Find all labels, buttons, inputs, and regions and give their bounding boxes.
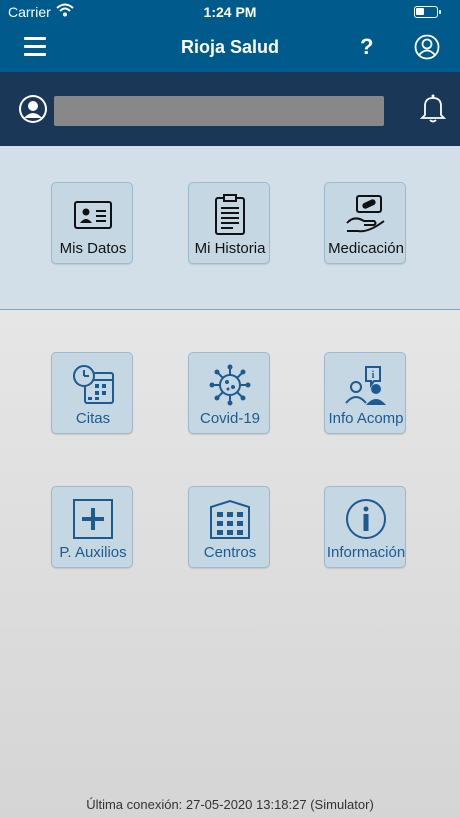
top-panel: Mis Datos Mi Historia Medicación <box>0 146 460 310</box>
tile-label: Centros <box>203 544 257 561</box>
tile-label: Info Acomp <box>328 410 404 427</box>
tile-label: Información <box>326 544 406 561</box>
tile-label: Citas <box>75 410 111 427</box>
clipboard-icon <box>215 194 245 235</box>
bell-icon[interactable] <box>420 93 446 123</box>
tile-label: Mi Historia <box>194 240 266 257</box>
tile-info-acomp[interactable]: i Info Acomp <box>324 352 406 434</box>
tile-medicacion[interactable]: Medicación <box>324 182 406 264</box>
status-time: 1:24 PM <box>203 4 257 20</box>
help-button[interactable]: ? <box>360 34 373 60</box>
id-card-icon <box>74 201 112 229</box>
tile-label: Mis Datos <box>59 240 127 257</box>
tile-label: Covid-19 <box>199 410 261 427</box>
battery-icon <box>414 6 441 18</box>
tile-p-auxilios[interactable]: P. Auxilios <box>51 486 133 568</box>
status-bar: Carrier 1:24 PM <box>0 0 460 24</box>
tile-label: P. Auxilios <box>59 544 127 561</box>
building-icon <box>210 499 250 539</box>
virus-icon <box>209 364 251 406</box>
medication-hand-icon <box>346 195 385 233</box>
tile-mi-historia[interactable]: Mi Historia <box>188 182 270 264</box>
app-title: Rioja Salud <box>180 37 279 57</box>
user-profile-icon[interactable] <box>414 34 440 60</box>
calendar-clock-icon <box>73 365 114 404</box>
tile-covid-19[interactable]: Covid-19 <box>188 352 270 434</box>
user-name-redacted <box>54 96 384 126</box>
user-bar <box>0 72 460 146</box>
tile-centros[interactable]: Centros <box>188 486 270 568</box>
avatar-icon <box>19 95 47 123</box>
companions-info-icon: i <box>345 366 386 405</box>
first-aid-icon <box>73 499 113 539</box>
tile-mis-datos[interactable]: Mis Datos <box>51 182 133 264</box>
tile-informacion[interactable]: Información <box>324 486 406 568</box>
last-connection-footer: Última conexión: 27-05-2020 13:18:27 (Si… <box>86 797 374 812</box>
tile-label: Medicación <box>328 240 404 257</box>
info-icon <box>346 499 386 539</box>
tile-citas[interactable]: Citas <box>51 352 133 434</box>
svg-text:i: i <box>372 370 375 381</box>
nav-bar: Rioja Salud ? <box>0 24 460 72</box>
bottom-panel: Citas Covid-19 i Info Acomp P. Auxilios … <box>0 310 460 818</box>
